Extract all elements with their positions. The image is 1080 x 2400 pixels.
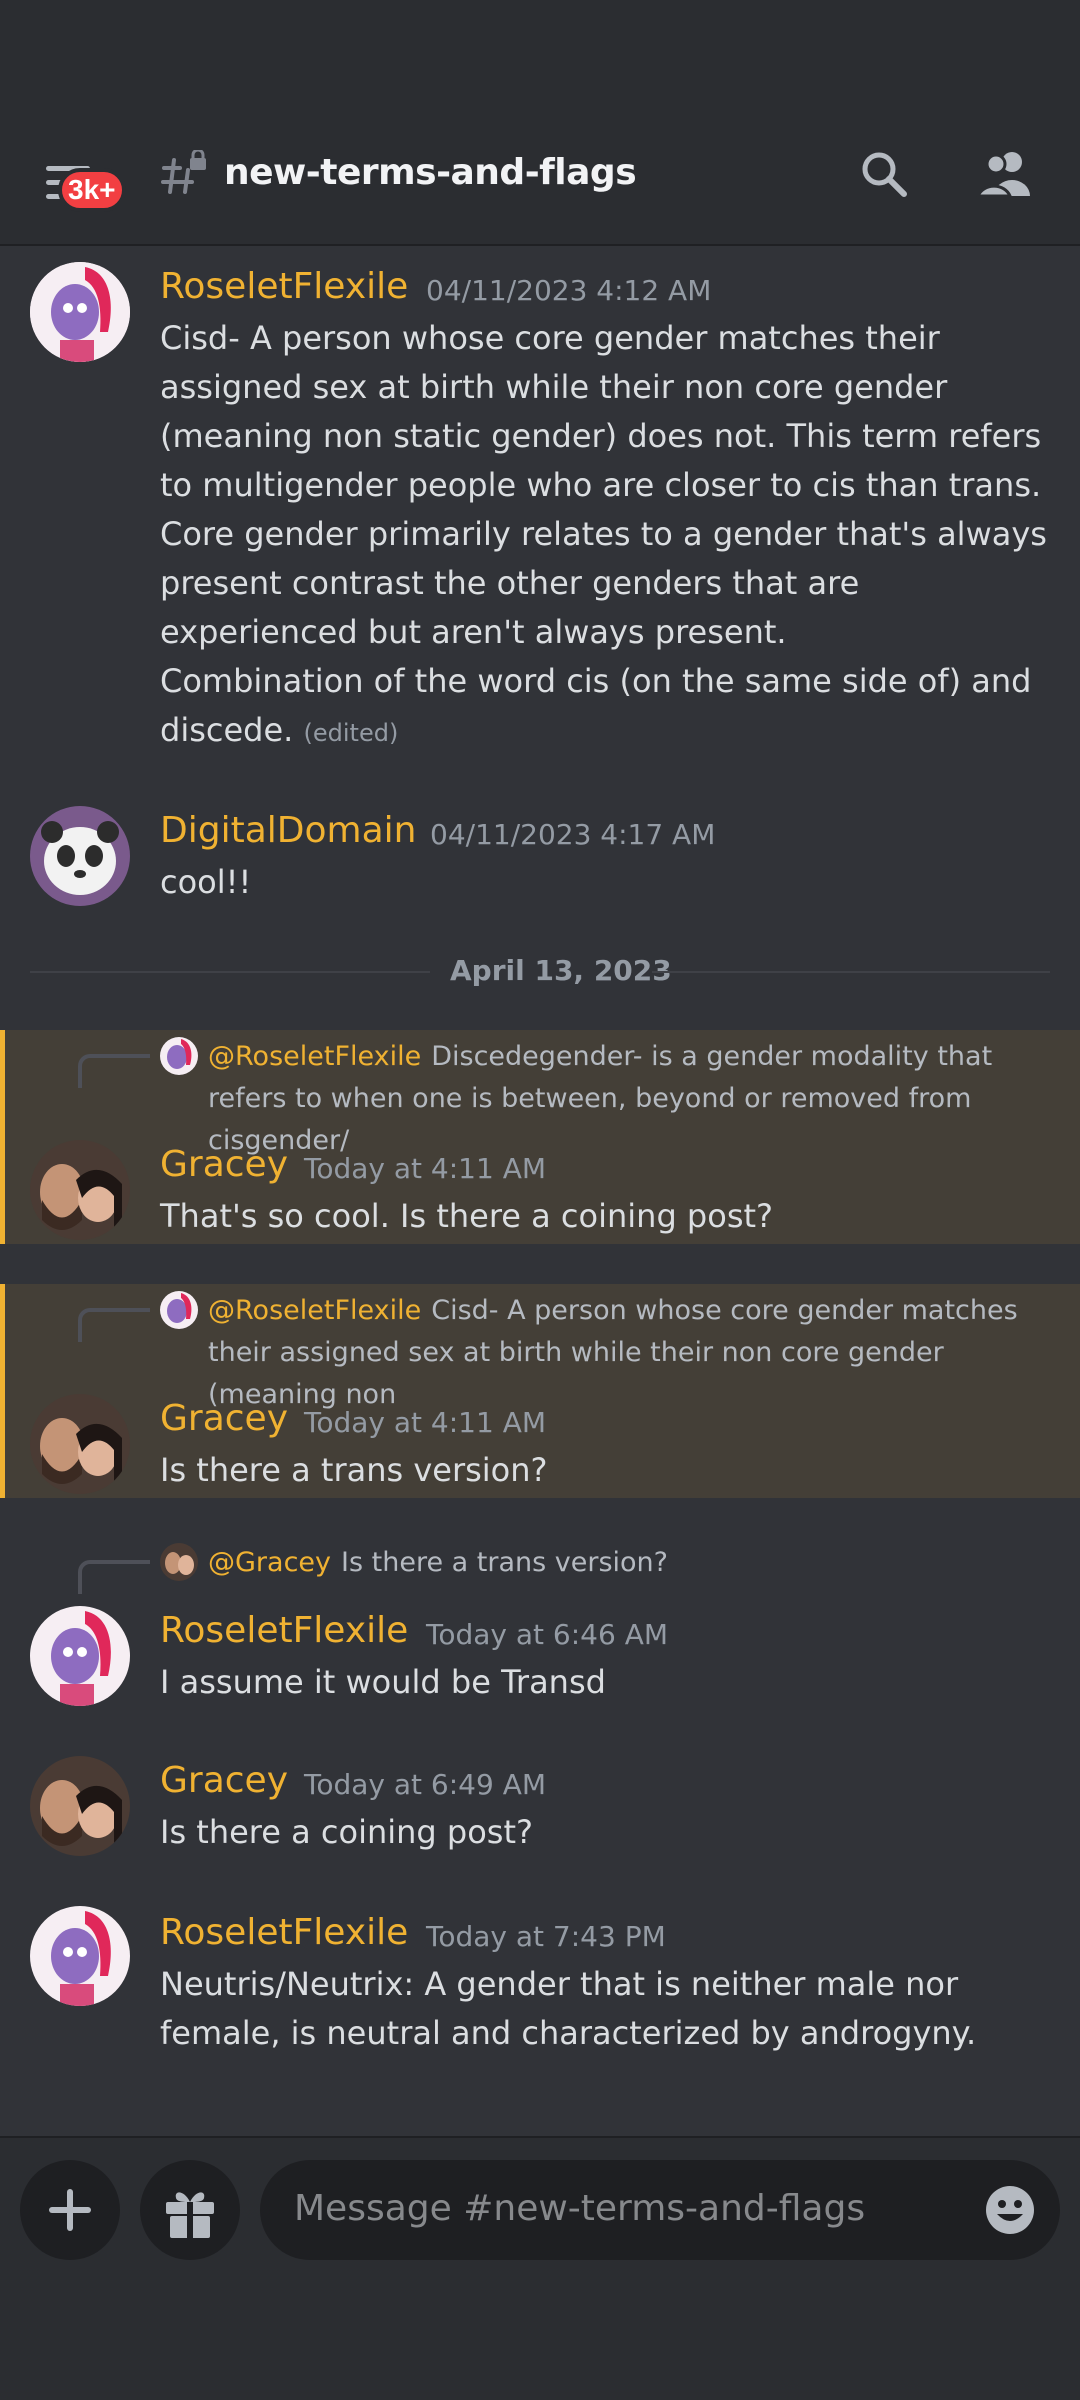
unread-badge: 3k+ (58, 168, 126, 212)
message-list[interactable]: RoseletFlexile 04/11/2023 4:12 AM Cisd- … (0, 246, 1080, 2136)
timestamp: 04/11/2023 4:17 AM (430, 818, 716, 851)
author-name[interactable]: DigitalDomain (160, 810, 416, 851)
timestamp: 04/11/2023 4:12 AM (426, 274, 712, 307)
message-content: I assume it would be Transd (160, 1663, 606, 1701)
message-content: That's so cool. Is there a coining post? (160, 1197, 774, 1235)
author-name[interactable]: Gracey (160, 1144, 288, 1185)
search-icon[interactable] (858, 148, 910, 200)
author-name[interactable]: RoseletFlexile (160, 1610, 408, 1651)
timestamp: Today at 7:43 PM (426, 1920, 666, 1953)
avatar[interactable] (30, 1140, 130, 1240)
message-paragraph-text: Combination of the word cis (on the same… (160, 662, 1032, 749)
timestamp: Today at 4:11 AM (304, 1406, 547, 1439)
reply-avatar[interactable] (160, 1291, 198, 1329)
add-attachment-button[interactable] (20, 2160, 120, 2260)
reply-author[interactable]: @RoseletFlexile (208, 1041, 421, 1072)
message-paragraph: Core gender primarily relates to a gende… (160, 515, 1047, 651)
message-paragraph: Cisd- A person whose core gender matches… (160, 319, 1042, 504)
channel-name: new-terms-and-flags (224, 152, 637, 193)
reply-preview[interactable]: @Gracey Is there a trans version? (208, 1542, 1058, 1584)
avatar[interactable] (30, 1756, 130, 1856)
reply-author[interactable]: @Gracey (208, 1547, 331, 1578)
avatar[interactable] (30, 1394, 130, 1494)
author-name[interactable]: RoseletFlexile (160, 1912, 408, 1953)
reply-preview[interactable]: @RoseletFlexile Discedegender- is a gende… (208, 1036, 1058, 1162)
reply-connector (78, 1560, 150, 1594)
reply-snippet: Is there a trans version? (341, 1547, 668, 1578)
date-divider-label: April 13, 2023 (450, 954, 672, 987)
divider-line (30, 971, 430, 973)
emoji-icon[interactable] (984, 2184, 1036, 2236)
channel-lock-hash-icon (160, 148, 210, 200)
message-content: Neutris/Neutrix: A gender that is neithe… (160, 1965, 977, 2052)
members-icon[interactable] (974, 148, 1034, 200)
message-content: cool!! (160, 863, 252, 901)
avatar[interactable] (30, 806, 130, 906)
timestamp: Today at 4:11 AM (304, 1152, 547, 1185)
mention-bar (0, 1030, 5, 1244)
gift-icon (166, 2192, 214, 2238)
avatar[interactable] (30, 1606, 130, 1706)
composer-bar: Message #new-terms-and-flags (0, 2136, 1080, 2400)
author-name[interactable]: Gracey (160, 1760, 288, 1801)
message-input-placeholder: Message #new-terms-and-flags (294, 2188, 866, 2229)
reply-connector (78, 1308, 150, 1342)
author-name[interactable]: Gracey (160, 1398, 288, 1439)
edited-label: (edited) (303, 719, 399, 747)
reply-preview[interactable]: @RoseletFlexile Cisd- A person whose core… (208, 1290, 1058, 1416)
timestamp: Today at 6:46 AM (426, 1618, 669, 1651)
message-paragraph: Combination of the word cis (on the same… (160, 657, 1050, 758)
author-name[interactable]: RoseletFlexile (160, 266, 408, 307)
reply-avatar[interactable] (160, 1037, 198, 1075)
status-bar-area (0, 0, 1080, 130)
message-content: Is there a trans version? (160, 1451, 548, 1489)
plus-icon (49, 2189, 91, 2231)
reply-connector (78, 1054, 150, 1088)
avatar[interactable] (30, 1906, 130, 2006)
reply-author[interactable]: @RoseletFlexile (208, 1295, 421, 1326)
message-input[interactable]: Message #new-terms-and-flags (260, 2160, 1060, 2260)
divider-line (652, 971, 1050, 973)
message-content: Is there a coining post? (160, 1813, 533, 1851)
timestamp: Today at 6:49 AM (304, 1768, 547, 1801)
avatar[interactable] (30, 262, 130, 362)
reply-avatar[interactable] (160, 1543, 198, 1581)
message-content: Cisd- A person whose core gender matches… (160, 314, 1050, 758)
mention-bar (0, 1284, 5, 1498)
channel-header: 3k+ new-terms-and-flags (0, 130, 1080, 246)
gift-button[interactable] (140, 2160, 240, 2260)
